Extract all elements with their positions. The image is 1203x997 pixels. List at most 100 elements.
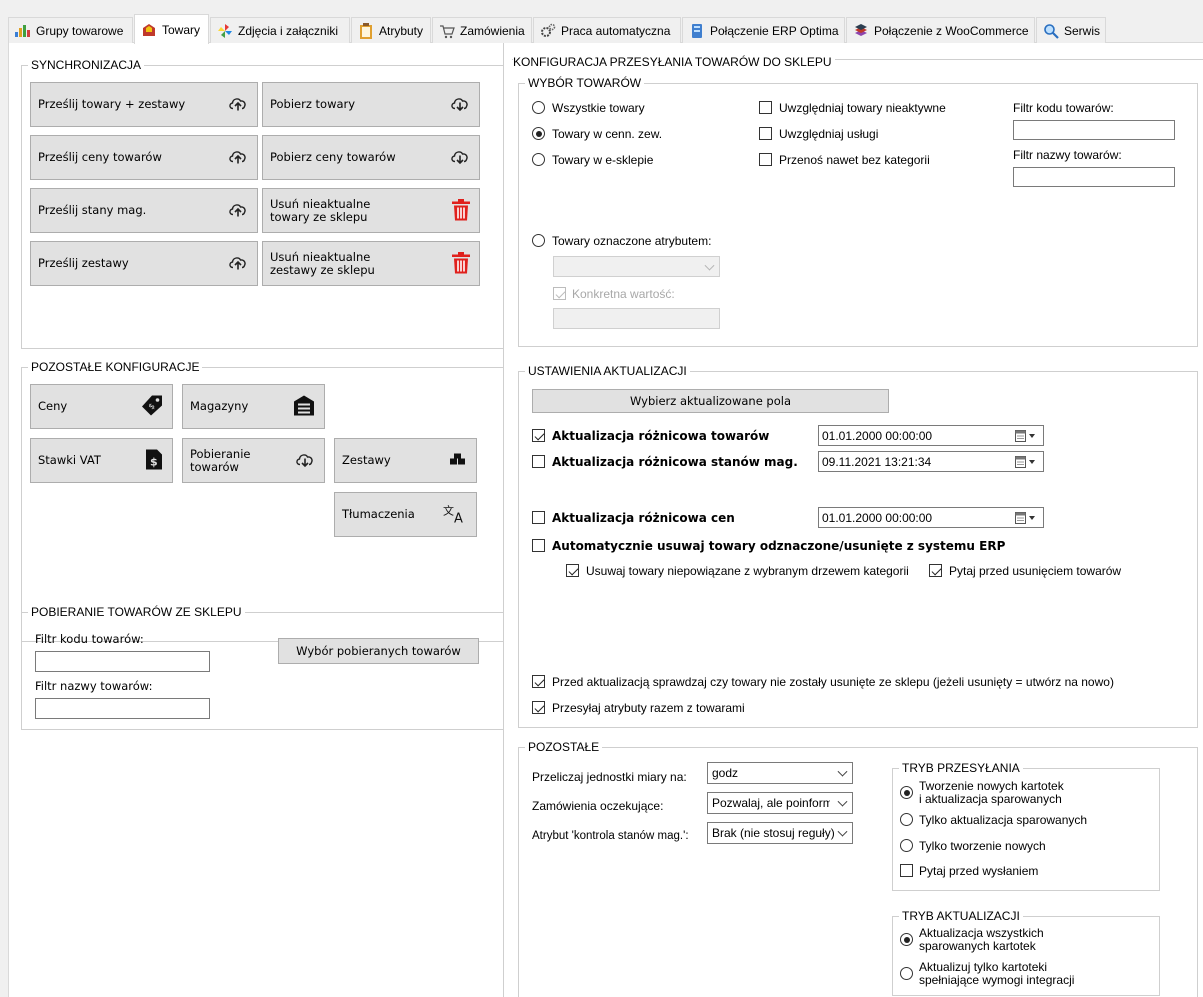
checkbox-label: Automatycznie usuwaj towary odznaczone/u…	[552, 539, 1006, 553]
calendar-icon[interactable]	[1015, 512, 1037, 524]
code-filter-input[interactable]	[1013, 120, 1175, 140]
diff-goods-date-picker[interactable]: 01.01.2000 00:00:00	[818, 425, 1044, 446]
ask-before-send-checkbox[interactable]	[900, 864, 913, 877]
check-deleted-checkbox[interactable]	[532, 675, 545, 688]
button-label: Tłumaczenia	[342, 507, 415, 521]
radio-update-compliant[interactable]	[900, 967, 913, 980]
tab-serwis[interactable]: Serwis	[1036, 17, 1106, 43]
tab-label: Serwis	[1064, 23, 1101, 38]
radio-label: Towary w cenn. zew.	[552, 127, 663, 141]
checkbox-label: Usuwaj towary niepowiązane z wybranym dr…	[586, 564, 909, 578]
warehouses-button[interactable]: Magazyny	[182, 384, 325, 429]
warehouse-icon	[293, 394, 315, 419]
attribute-select[interactable]	[553, 256, 720, 277]
send-stock-button[interactable]: Prześlij stany mag.	[30, 188, 258, 233]
other-config-group: POZOSTAŁE KONFIGURACJE Ceny $ Magazyny S…	[21, 360, 504, 642]
specific-value-checkbox[interactable]	[553, 287, 566, 300]
specific-value-input[interactable]	[553, 308, 720, 329]
config-title: KONFIGURACJA PRZESYŁANIA TOWARÓW DO SKLE…	[513, 55, 835, 69]
tab-bar: Grupy towarowe Towary Zdjęcia i załączni…	[8, 14, 1203, 44]
tab-label: Towary	[162, 22, 201, 37]
prices-config-button[interactable]: Ceny $	[30, 384, 173, 429]
chevron-down-icon	[704, 260, 715, 271]
translate-icon: 文A	[443, 503, 467, 526]
tab-label: Połączenie z WooCommerce	[874, 23, 1029, 38]
bar-chart-icon	[14, 23, 32, 39]
send-goods-button[interactable]: Prześlij towary + zestawy	[30, 82, 258, 127]
stock-attr-select[interactable]: Brak (nie stosuj reguły)	[707, 822, 853, 844]
pinwheel-icon	[216, 23, 234, 39]
send-sets-button[interactable]: Prześlij zestawy	[30, 241, 258, 286]
choose-fields-button[interactable]: Wybierz aktualizowane pola	[532, 389, 889, 413]
pending-orders-select[interactable]: Pozwalaj, ale poinformuj	[707, 792, 853, 814]
tab-zdjecia[interactable]: Zdjęcia i załączniki	[210, 17, 350, 43]
tab-towary[interactable]: Towary	[134, 14, 209, 44]
radio-update-all[interactable]	[900, 933, 913, 946]
diff-prices-checkbox[interactable]	[532, 511, 545, 524]
include-inactive-checkbox[interactable]	[759, 101, 772, 114]
column-separator	[503, 43, 504, 997]
translations-button[interactable]: Tłumaczenia 文A	[334, 492, 477, 537]
diff-prices-date-picker[interactable]: 01.01.2000 00:00:00	[818, 507, 1044, 528]
update-mode-group: TRYB AKTUALIZACJI Aktualizacja wszystkic…	[892, 909, 1160, 996]
radio-update-only[interactable]	[900, 813, 913, 826]
delete-sets-button[interactable]: Usuń nieaktualne zestawy ze sklepu	[262, 241, 480, 286]
radio-label: Aktualizacja wszystkich sparowanych kart…	[919, 927, 1044, 953]
calendar-icon[interactable]	[1015, 456, 1037, 468]
tab-grupy-towarowe[interactable]: Grupy towarowe	[8, 17, 133, 43]
other-config-title: POZOSTAŁE KONFIGURACJE	[28, 360, 203, 374]
diff-stock-date-picker[interactable]: 09.11.2021 13:21:34	[818, 451, 1044, 472]
vat-rates-button[interactable]: Stawki VAT $	[30, 438, 173, 483]
radio-all-goods[interactable]	[532, 101, 545, 114]
radio-attribute-goods[interactable]	[532, 234, 545, 247]
update-settings-title: USTAWIENIA AKTUALIZACJI	[525, 364, 690, 378]
shop-code-filter-input[interactable]	[35, 651, 210, 672]
button-label: Magazyny	[190, 399, 249, 413]
get-goods-button[interactable]: Pobierz towary	[262, 82, 480, 127]
radio-create-and-update[interactable]	[900, 786, 913, 799]
stack-icon	[852, 23, 870, 39]
send-prices-button[interactable]: Prześlij ceny towarów	[30, 135, 258, 180]
svg-text:A: A	[454, 511, 463, 523]
ask-before-delete-checkbox[interactable]	[929, 564, 942, 577]
document-dollar-icon: $	[145, 448, 163, 473]
price-tag-icon: $	[141, 394, 163, 419]
button-label-line1: Usuń nieaktualne	[270, 249, 371, 264]
tab-label: Połączenie ERP Optima	[710, 23, 839, 38]
include-services-checkbox[interactable]	[759, 127, 772, 140]
tab-polaczenie-woocommerce[interactable]: Połączenie z WooCommerce	[846, 17, 1035, 43]
radio-eshop-goods[interactable]	[532, 153, 545, 166]
radio-create-only[interactable]	[900, 839, 913, 852]
select-downloaded-goods-button[interactable]: Wybór pobieranych towarów	[278, 638, 479, 664]
shop-name-filter-input[interactable]	[35, 698, 210, 719]
name-filter-label: Filtr nazwy towarów:	[35, 679, 153, 693]
checkbox-label: Uwzględniaj usługi	[779, 127, 879, 141]
name-filter-input[interactable]	[1013, 167, 1175, 187]
tab-praca-automatyczna[interactable]: Praca automatyczna	[533, 17, 681, 43]
get-prices-button[interactable]: Pobierz ceny towarów	[262, 135, 480, 180]
auto-delete-checkbox[interactable]	[532, 539, 545, 552]
diff-goods-checkbox[interactable]	[532, 429, 545, 442]
send-attributes-checkbox[interactable]	[532, 701, 545, 714]
checkbox-label: Przesyłaj atrybuty razem z towarami	[552, 701, 745, 715]
delete-unlinked-checkbox[interactable]	[566, 564, 579, 577]
delete-goods-button[interactable]: Usuń nieaktualne towary ze sklepu	[262, 188, 480, 233]
diff-stock-checkbox[interactable]	[532, 455, 545, 468]
tab-polaczenie-erp[interactable]: Połączenie ERP Optima	[682, 17, 845, 43]
no-category-checkbox[interactable]	[759, 153, 772, 166]
tab-label: Praca automatyczna	[561, 23, 671, 38]
trash-icon	[452, 251, 470, 276]
radio-external-price[interactable]	[532, 127, 545, 140]
download-goods-config-button[interactable]: Pobieranie towarów	[182, 438, 325, 483]
checkbox-label: Przenoś nawet bez kategorii	[779, 153, 930, 167]
tab-atrybuty[interactable]: Atrybuty	[351, 17, 431, 43]
sets-config-button[interactable]: Zestawy	[334, 438, 477, 483]
tab-zamowienia[interactable]: Zamówienia	[432, 17, 532, 43]
cloud-upload-icon	[228, 95, 248, 114]
goods-selection-title: WYBÓR TOWARÓW	[525, 76, 645, 90]
cloud-download-icon	[450, 95, 470, 114]
calendar-icon[interactable]	[1015, 430, 1037, 442]
orders-label: Zamówienia oczekujące:	[532, 799, 664, 813]
units-select[interactable]: godz	[707, 762, 853, 784]
radio-label: Towary w e-sklepie	[552, 153, 654, 167]
